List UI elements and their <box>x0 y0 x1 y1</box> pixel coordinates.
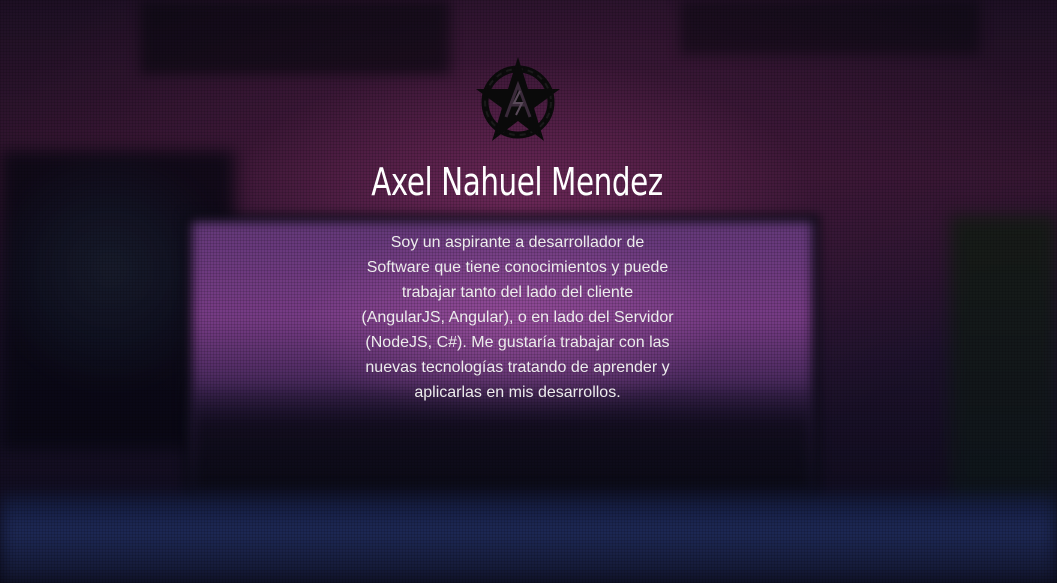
hero-section: Axel Nahuel Mendez Soy un aspirante a de… <box>0 0 1057 583</box>
profile-name: Axel Nahuel Mendez <box>371 160 663 204</box>
profile-bio: Soy un aspirante a desarrollador de Soft… <box>361 234 674 401</box>
profile-content: Axel Nahuel Mendez Soy un aspirante a de… <box>0 0 1057 583</box>
pentagram-star-logo-icon <box>476 57 560 141</box>
